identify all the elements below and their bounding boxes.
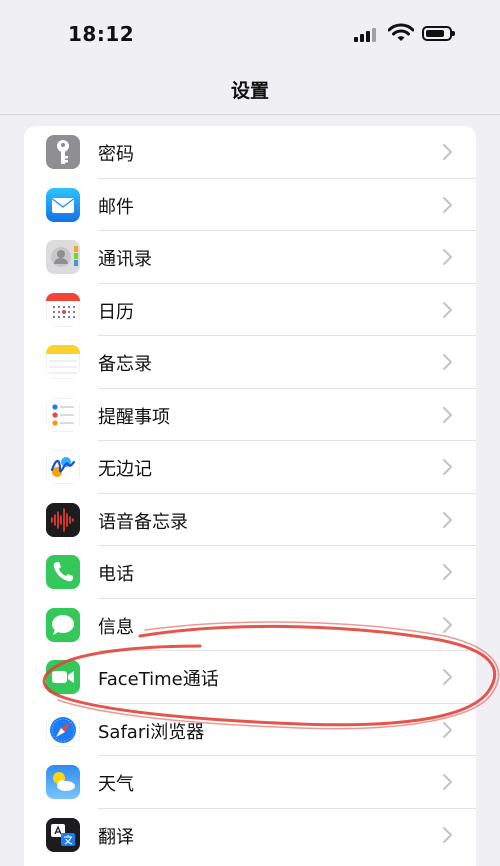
safari-icon — [46, 712, 80, 747]
freeform-icon — [46, 450, 80, 484]
settings-app-list: 密码 邮件 通讯录 日历 备忘录 提醒事项 无边记 语音备忘录 电话 信息 Fa… — [24, 126, 476, 866]
settings-row-label: 密码 — [98, 144, 134, 165]
messages-icon — [46, 607, 80, 642]
settings-row-voice-memos[interactable]: 语音备忘录 — [24, 494, 476, 546]
mail-icon — [46, 187, 80, 222]
weather-icon — [46, 765, 80, 799]
chevron-right-icon — [443, 616, 452, 633]
chevron-right-icon — [443, 774, 452, 790]
status-time: 18:12 — [68, 22, 135, 46]
chevron-right-icon — [443, 459, 452, 475]
status-bar: 18:12 — [0, 0, 500, 62]
page-title: 设置 — [230, 80, 269, 102]
notes-icon — [46, 345, 80, 379]
settings-row-label: FaceTime通话 — [98, 669, 219, 690]
chevron-right-icon — [443, 196, 452, 213]
settings-row-safari[interactable]: Safari浏览器 — [24, 704, 476, 756]
chevron-right-icon — [443, 511, 452, 528]
chevron-right-icon — [443, 354, 452, 370]
settings-row-label: 电话 — [98, 564, 134, 585]
settings-row-mail[interactable]: 邮件 — [24, 179, 476, 231]
key-icon — [46, 135, 80, 169]
settings-row-messages[interactable]: 信息 — [24, 599, 476, 651]
wifi-icon — [388, 23, 414, 41]
chevron-right-icon — [443, 564, 452, 580]
voice-memos-icon — [46, 502, 80, 537]
settings-row-label: 无边记 — [98, 459, 152, 480]
settings-row-label: 邮件 — [98, 196, 134, 218]
settings-row-reminders[interactable]: 提醒事项 — [24, 389, 476, 441]
chevron-right-icon — [443, 249, 452, 265]
chevron-right-icon — [443, 406, 452, 423]
contacts-icon — [46, 240, 80, 274]
settings-row-notes[interactable]: 备忘录 — [24, 336, 476, 389]
settings-row-label: 通讯录 — [98, 249, 152, 270]
battery-icon — [422, 26, 455, 41]
settings-row-label: 提醒事项 — [98, 406, 170, 428]
chevron-right-icon — [443, 144, 452, 160]
calendar-icon — [46, 292, 80, 327]
settings-row-freeform[interactable]: 无边记 — [24, 441, 476, 494]
settings-row-label: 天气 — [98, 774, 134, 795]
cellular-signal-icon — [354, 28, 378, 42]
chevron-right-icon — [443, 721, 452, 738]
settings-row-passwords[interactable]: 密码 — [24, 126, 476, 179]
settings-row-label: Safari浏览器 — [98, 721, 205, 743]
settings-row-contacts[interactable]: 通讯录 — [24, 231, 476, 284]
settings-row-label: 备忘录 — [98, 354, 152, 375]
settings-row-label: 信息 — [98, 616, 134, 638]
settings-row-label: 翻译 — [98, 826, 134, 848]
facetime-icon — [46, 660, 80, 694]
phone-icon — [46, 555, 80, 589]
reminders-icon — [46, 397, 80, 432]
settings-row-translate[interactable]: 翻译 — [24, 809, 476, 862]
chevron-right-icon — [443, 301, 452, 318]
navigation-bar: 设置 — [0, 62, 500, 115]
settings-row-label: 语音备忘录 — [98, 511, 188, 533]
settings-row-phone[interactable]: 电话 — [24, 546, 476, 599]
chevron-right-icon — [443, 826, 452, 843]
settings-row-label: 日历 — [98, 301, 134, 323]
translate-icon — [46, 817, 80, 852]
settings-row-weather[interactable]: 天气 — [24, 756, 476, 809]
settings-row-calendar[interactable]: 日历 — [24, 284, 476, 336]
settings-row-facetime[interactable]: FaceTime通话 — [24, 651, 476, 704]
chevron-right-icon — [443, 669, 452, 685]
